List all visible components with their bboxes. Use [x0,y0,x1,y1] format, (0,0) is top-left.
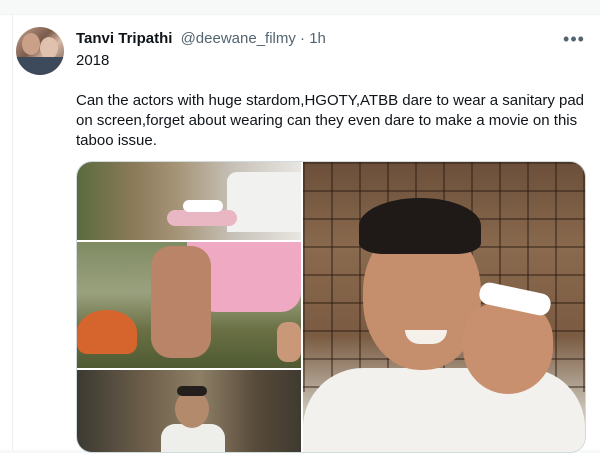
tweet-header: Tanvi Tripathi @deewane_filmy · 1h [76,29,560,49]
tweet-card[interactable]: Tanvi Tripathi @deewane_filmy · 1h ••• 2… [0,14,600,453]
avatar[interactable] [16,27,64,75]
author-handle[interactable]: @deewane_filmy [181,30,296,47]
image-shirt-shape [227,172,301,232]
more-horizontal-icon[interactable]: ••• [562,27,586,51]
image-leg-shape [151,246,211,358]
tweet-text-line-2: Can the actors with huge stardom,HGOTY,A… [76,92,585,149]
tweet-time[interactable]: 1h [309,30,326,47]
avatar-figure-2 [40,37,58,59]
tweet-text: 2018 Can the actors with huge stardom,HG… [76,51,588,151]
image-hand-shape [463,302,553,394]
image-shirt-shape [303,368,585,452]
tweet-media-grid [76,161,586,453]
media-image-3[interactable] [77,370,301,452]
media-image-1[interactable] [77,162,301,240]
separator-dot: · [300,30,306,47]
avatar-figure-1 [22,33,40,55]
media-image-2[interactable] [77,242,301,368]
image-orange-pot-shape [77,310,137,354]
image-hair-shape [177,386,207,396]
image-hand-shape [277,322,301,362]
image-hair-shape [359,198,481,254]
image-cloth-shape [167,210,237,226]
image-shirt-shape [161,424,225,452]
avatar-background [16,57,64,75]
thread-divider [12,15,13,451]
media-image-4[interactable] [303,162,585,452]
tweet-text-line-1: 2018 [76,52,110,69]
author-name[interactable]: Tanvi Tripathi [76,30,172,47]
image-pad-shape [183,200,223,212]
